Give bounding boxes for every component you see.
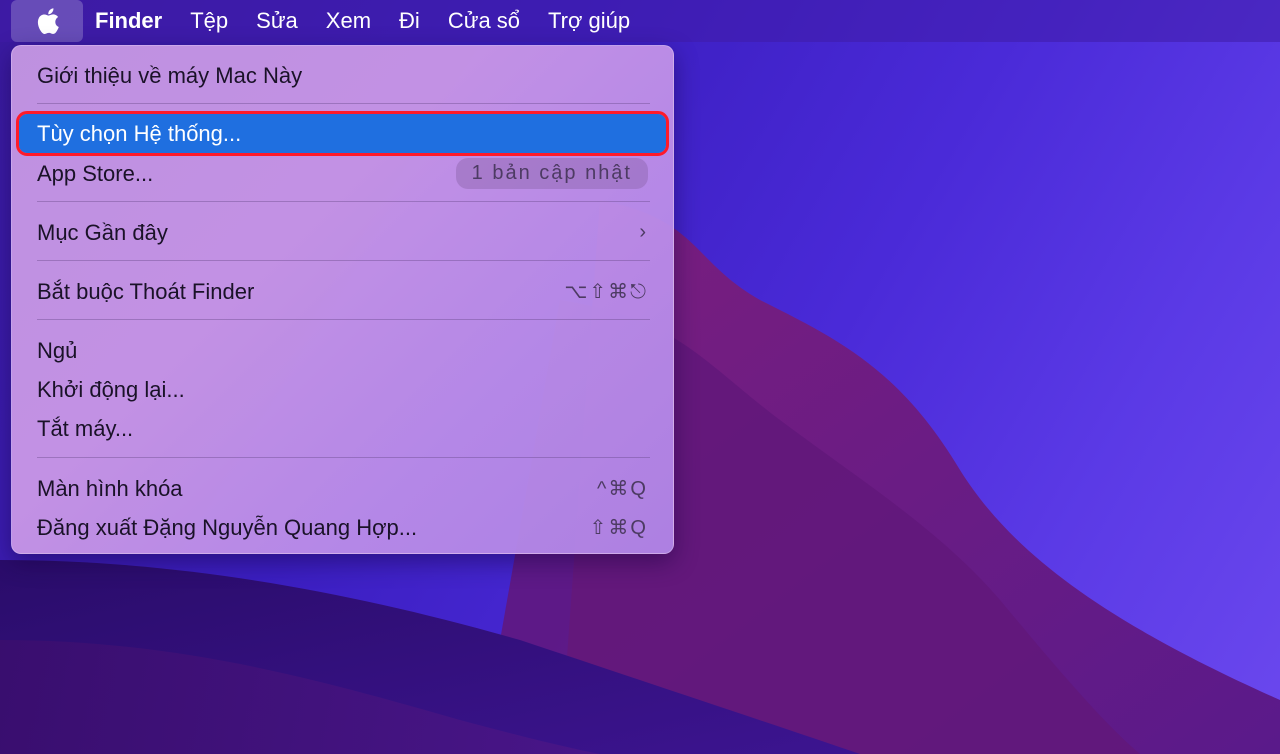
menu-item-sleep[interactable]: Ngủ [19, 331, 666, 370]
menu-item-label: Tùy chọn Hệ thống... [37, 120, 242, 146]
menu-item-shutdown[interactable]: Tắt máy... [19, 409, 666, 448]
keyboard-shortcut: ^⌘Q [597, 478, 648, 500]
menu-separator [37, 319, 650, 320]
menu-item-about-this-mac[interactable]: Giới thiệu về máy Mac Này [19, 56, 666, 95]
menu-item-lock-screen[interactable]: Màn hình khóa ^⌘Q [19, 469, 666, 508]
menu-item-label: Tắt máy... [37, 415, 134, 441]
menu-separator [37, 201, 650, 202]
menu-separator [37, 103, 650, 104]
menu-item-system-preferences[interactable]: Tùy chọn Hệ thống... [16, 111, 669, 156]
apple-menu-button[interactable] [11, 0, 83, 42]
menubar-view[interactable]: Xem [312, 0, 385, 42]
menu-separator [37, 457, 650, 458]
menu-item-label: Giới thiệu về máy Mac Này [37, 62, 303, 88]
menu-item-label: Khởi động lại... [37, 376, 185, 402]
menubar-go[interactable]: Đi [385, 0, 434, 42]
menu-item-restart[interactable]: Khởi động lại... [19, 370, 666, 409]
keyboard-shortcut: ⌥⇧⌘⎋ [564, 281, 648, 303]
menubar-help[interactable]: Trợ giúp [534, 0, 644, 42]
menu-item-log-out[interactable]: Đăng xuất Đặng Nguyễn Quang Hợp... ⇧⌘Q [19, 508, 666, 547]
menu-item-label: Màn hình khóa [37, 475, 183, 501]
keyboard-shortcut: ⇧⌘Q [589, 517, 648, 539]
menu-bar: Finder Tệp Sửa Xem Đi Cửa sổ Trợ giúp [0, 0, 1280, 42]
menu-item-label: Mục Gần đây [37, 219, 168, 245]
apple-logo-icon [37, 8, 59, 35]
menu-item-label: App Store... [37, 160, 154, 186]
update-count-badge: 1 bản cập nhật [455, 158, 648, 189]
menu-item-label: Đăng xuất Đặng Nguyễn Quang Hợp... [37, 514, 418, 540]
menu-item-label: Ngủ [37, 337, 78, 363]
menu-item-recent-items[interactable]: Mục Gần đây › [19, 213, 666, 252]
menu-separator [37, 260, 650, 261]
apple-dropdown-menu: Giới thiệu về máy Mac Này Tùy chọn Hệ th… [11, 45, 674, 554]
menubar-finder[interactable]: Finder [83, 0, 176, 42]
chevron-right-icon: › [639, 221, 648, 243]
menubar-window[interactable]: Cửa sổ [434, 0, 534, 42]
menu-item-force-quit[interactable]: Bắt buộc Thoát Finder ⌥⇧⌘⎋ [19, 272, 666, 311]
menubar-edit[interactable]: Sửa [242, 0, 312, 42]
menubar-file[interactable]: Tệp [176, 0, 242, 42]
menu-item-label: Bắt buộc Thoát Finder [37, 278, 255, 304]
menu-item-app-store[interactable]: App Store... 1 bản cập nhật [19, 154, 666, 193]
